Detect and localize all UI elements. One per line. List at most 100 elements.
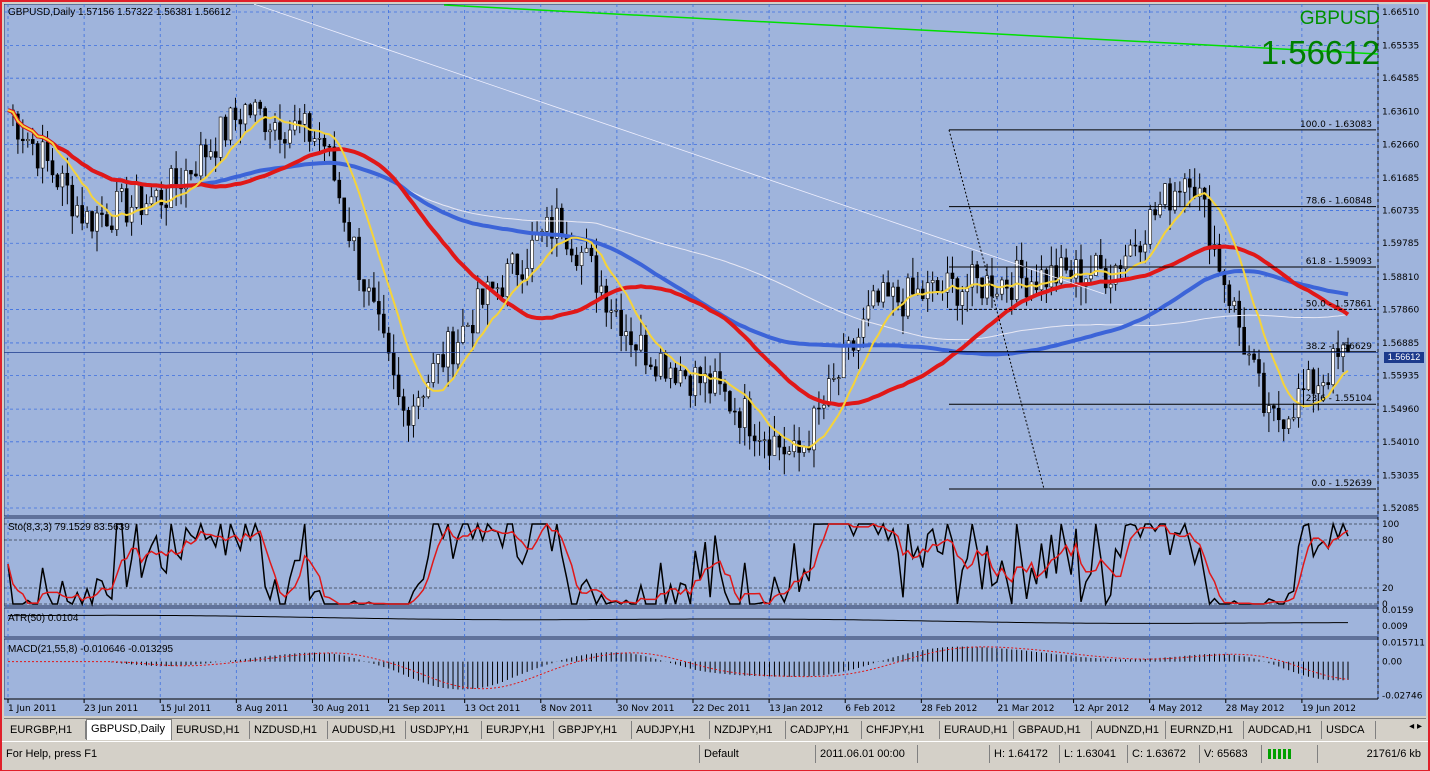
candle-body (777, 435, 782, 448)
tab-eurnzd-h1[interactable]: EURNZD,H1 (1166, 721, 1244, 739)
candle-body (1019, 259, 1024, 279)
chart-header: GBPUSD,Daily 1.57156 1.57322 1.56381 1.5… (8, 7, 231, 18)
status-bar: For Help, press F1 Default 2011.06.01 00… (2, 741, 1428, 770)
chart-canvas[interactable]: 1.66510 1.65535 1.64585 1.63610 1.62660 1.616… (4, 4, 1426, 716)
candle-body (495, 287, 500, 290)
candle-body (352, 236, 356, 242)
candle-body (1311, 369, 1316, 394)
ma-slow-line (7, 108, 1349, 357)
tab-eurusd-h1[interactable]: EURUSD,H1 (172, 721, 250, 739)
candle-body (441, 354, 445, 368)
tab-eurjpy-h1[interactable]: EURJPY,H1 (482, 721, 554, 739)
tab-usdca[interactable]: USDCA (1322, 721, 1376, 739)
candle-body (263, 108, 267, 133)
candle-body (253, 101, 258, 116)
sto-tick-label: 20 (1382, 584, 1394, 594)
candle-body (134, 184, 139, 208)
tab-audjpy-h1[interactable]: AUDJPY,H1 (632, 721, 710, 739)
candle-body (728, 391, 732, 412)
tab-audcad-h1[interactable]: AUDCAD,H1 (1244, 721, 1322, 739)
tab-cadjpy-h1[interactable]: CADJPY,H1 (786, 721, 862, 739)
candle-body (589, 247, 594, 256)
status-profile: Default (699, 745, 813, 763)
tab-usdjpy-h1[interactable]: USDJPY,H1 (406, 721, 482, 739)
pane-border (4, 638, 1379, 700)
fib-level-label: 100.0 - 1.63083 (1300, 120, 1372, 130)
candle-body (1128, 244, 1133, 257)
candle-body (693, 367, 698, 396)
candle-body (470, 325, 475, 334)
status-low: L: 1.63041 (1059, 745, 1125, 763)
tab-gbpusd-daily[interactable]: GBPUSD,Daily (86, 719, 172, 740)
candle-body (787, 451, 792, 455)
atr-tick-label: 0.0159 (1382, 606, 1414, 616)
candle-body (733, 410, 737, 413)
candle-body (896, 286, 900, 303)
candle-body (312, 138, 317, 142)
tab-nzdjpy-h1[interactable]: NZDJPY,H1 (710, 721, 786, 739)
candle-body (238, 119, 243, 125)
candle-body (530, 239, 534, 269)
candle-body (619, 309, 623, 336)
macd-label: MACD(21,55,8) -0.010646 -0.013295 (8, 644, 174, 655)
fib-level-label: 23.6 - 1.55104 (1306, 394, 1372, 404)
candle-body (396, 374, 401, 397)
tab-euraud-h1[interactable]: EURAUD,H1 (940, 721, 1014, 739)
status-close: C: 1.63672 (1127, 745, 1197, 763)
candle-body (1291, 417, 1296, 420)
candle-body (70, 184, 75, 217)
sto-signal-line (7, 522, 1349, 605)
date-tick-label: 8 Aug 2011 (236, 704, 288, 714)
candle-body (752, 435, 757, 442)
candle-body (1242, 326, 1246, 355)
candle-body (213, 151, 218, 158)
candle-body (995, 293, 999, 297)
candle-body (174, 168, 178, 186)
candle-body (1227, 284, 1232, 306)
candle-body (599, 285, 604, 293)
candle-body (273, 122, 277, 131)
candle-body (466, 325, 470, 327)
tab-chfjpy-h1[interactable]: CHFJPY,H1 (862, 721, 940, 739)
candle-body (950, 272, 955, 279)
candle-body (742, 398, 747, 428)
candle-body (1173, 190, 1177, 211)
candle-body (510, 253, 515, 264)
price-tick-label: 1.54010 (1382, 438, 1419, 448)
candle-body (955, 278, 960, 306)
tab-eurgbp-h1[interactable]: EURGBP,H1 (6, 721, 86, 739)
candle-body (322, 137, 327, 147)
macd-tick-label: -0.02746 (1382, 691, 1423, 701)
tab-nzdusd-h1[interactable]: NZDUSD,H1 (250, 721, 328, 739)
candle-body (822, 404, 826, 409)
price-tick-label: 1.55935 (1382, 372, 1419, 382)
price-tick-label: 1.59785 (1382, 239, 1419, 249)
candle-body (757, 440, 762, 442)
candle-body (228, 107, 233, 141)
candle-body (831, 378, 836, 380)
tab-audnzd-h1[interactable]: AUDNZD,H1 (1092, 721, 1166, 739)
candle-body (302, 113, 307, 125)
chart-area[interactable]: 1.66510 1.65535 1.64585 1.63610 1.62660 1.616… (4, 4, 1426, 716)
candle-body (278, 122, 282, 140)
candle-body (45, 141, 50, 161)
tab-scroll-arrows-icon[interactable]: ◂ ▸ (1409, 721, 1422, 732)
candle-body (258, 101, 262, 109)
candle-body (100, 212, 104, 215)
candle-body (614, 309, 618, 312)
date-tick-label: 22 Dec 2011 (693, 704, 751, 714)
candle-body (446, 331, 450, 368)
date-tick-label: 12 Apr 2012 (1074, 704, 1130, 714)
date-tick-label: 28 Feb 2012 (921, 704, 977, 714)
candle-body (1326, 382, 1331, 385)
tab-gbpaud-h1[interactable]: GBPAUD,H1 (1014, 721, 1092, 739)
candle-body (164, 204, 169, 208)
candle-body (381, 313, 386, 334)
candle-body (391, 352, 396, 376)
candle-body (624, 331, 628, 336)
current-price-tag: 1.56612 (1384, 352, 1424, 363)
tab-gbpjpy-h1[interactable]: GBPJPY,H1 (554, 721, 632, 739)
candle-body (65, 172, 70, 186)
tab-audusd-h1[interactable]: AUDUSD,H1 (328, 721, 406, 739)
candle-body (520, 274, 525, 280)
